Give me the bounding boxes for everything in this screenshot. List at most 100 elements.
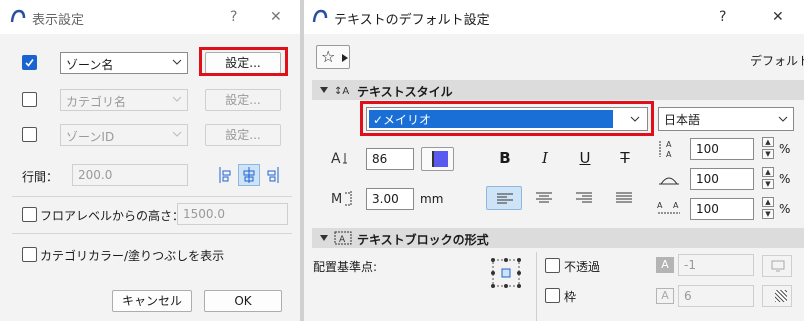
zone-id-checkbox[interactable] [22, 127, 37, 142]
monitor-icon [771, 260, 785, 272]
left-title-bar: 表示設定 ? ✕ [0, 0, 300, 34]
char-spacing-icon: AA [657, 201, 680, 214]
chevron-down-icon [172, 131, 182, 137]
ok-button[interactable]: OK [204, 290, 282, 312]
text-width-value: 3.00 [372, 192, 399, 206]
anchor-point-grid-icon[interactable] [489, 256, 523, 290]
frame-label: 枠 [564, 290, 577, 304]
right-close-button[interactable]: ✕ [772, 9, 784, 25]
line-spacing-percent-value: 100 [696, 142, 719, 156]
category-color-label: カテゴリカラー/塗りつぶしを表示 [40, 249, 225, 263]
frame-offset-field[interactable]: -1 [678, 254, 754, 276]
category-name-select-value: カテゴリ名 [66, 95, 127, 109]
opaque-checkbox[interactable] [545, 258, 560, 273]
floor-level-checkbox[interactable] [22, 207, 37, 222]
right-help-button[interactable]: ? [719, 9, 726, 25]
floor-level-value: 1500.0 [183, 207, 225, 221]
text-style-section-title: テキストスタイル [357, 85, 453, 99]
svg-text:A: A [339, 235, 346, 245]
frame-width-value: 6 [684, 289, 692, 303]
zone-id-settings-button[interactable]: 設定... [205, 124, 281, 146]
cancel-button[interactable]: キャンセル [112, 290, 192, 312]
char-width-icon [659, 177, 679, 185]
frame-offset-value: -1 [684, 258, 696, 272]
text-block-section-title: テキストブロックの形式 [357, 233, 489, 247]
frame-background-button[interactable] [762, 255, 792, 277]
align-center-icon [536, 192, 552, 203]
pen-color-button[interactable] [421, 147, 454, 171]
default-label: デフォルト [750, 54, 804, 68]
floor-level-field[interactable]: 1500.0 [177, 203, 288, 225]
char-spacing-spinner[interactable]: ▲ ▼ [762, 197, 774, 219]
settings-button-highlight [199, 47, 288, 76]
text-width-icon: M [331, 191, 352, 207]
archicad-logo-icon [10, 9, 26, 23]
align-justify-icon [616, 192, 632, 203]
char-spacing-percent-value: 100 [696, 202, 719, 216]
zone-id-select[interactable]: ゾーンID [60, 124, 188, 146]
right-window-title: テキストのデフォルト設定 [334, 13, 490, 28]
svg-text:A: A [657, 201, 663, 210]
collapse-triangle-icon [320, 87, 328, 93]
display-settings-window: 表示設定 ? ✕ ゾーン名 設定... カテゴリ名 設定... ゾーンID 設定… [0, 0, 300, 321]
char-spacing-percent-field[interactable]: 100 [690, 198, 754, 220]
align-left-button[interactable] [486, 186, 522, 210]
align-center-icon[interactable] [242, 166, 256, 184]
char-width-spinner[interactable]: ▲ ▼ [762, 167, 774, 189]
left-close-button[interactable]: ✕ [270, 9, 282, 25]
font-size-field[interactable]: 86 [366, 148, 414, 170]
align-center-button[interactable] [526, 186, 562, 210]
percent-label: % [779, 172, 791, 186]
line-spacing-label: 行間： [22, 170, 59, 184]
line-spacing-field[interactable]: 200.0 [72, 164, 188, 186]
font-select-highlight [360, 101, 654, 136]
align-right-button[interactable] [566, 186, 602, 210]
left-help-button[interactable]: ? [230, 9, 237, 25]
percent-label: % [779, 142, 791, 156]
archicad-logo-icon [312, 9, 328, 23]
italic-button[interactable]: I [535, 149, 555, 167]
zone-name-checkbox[interactable] [22, 55, 37, 70]
left-window-title: 表示設定 [32, 13, 85, 28]
strikethrough-button[interactable]: T [615, 149, 635, 167]
category-name-checkbox[interactable] [22, 92, 37, 107]
frame-width-icon: A [656, 288, 674, 304]
line-spacing-value: 200.0 [78, 168, 113, 182]
svg-text:↕A: ↕A [334, 86, 349, 97]
chevron-down-icon [172, 59, 182, 65]
text-block-section-header[interactable]: A テキストブロックの形式 [312, 228, 804, 248]
fill-pattern-button[interactable] [762, 285, 792, 307]
zone-id-select-value: ゾーンID [66, 130, 115, 144]
text-alignment-icons [218, 164, 282, 186]
bold-button[interactable]: B [495, 149, 515, 167]
text-block-icon: A [334, 231, 352, 245]
chevron-down-icon [172, 96, 182, 102]
char-width-percent-field[interactable]: 100 [690, 168, 754, 190]
text-width-field[interactable]: 3.00 [366, 188, 414, 210]
svg-text:A: A [673, 201, 679, 210]
frame-width-field[interactable]: 6 [678, 285, 754, 307]
line-spacing-percent-field[interactable]: 100 [690, 138, 754, 160]
char-width-percent-value: 100 [696, 172, 719, 186]
align-right-icon[interactable] [266, 166, 280, 184]
category-name-select[interactable]: カテゴリ名 [60, 89, 188, 111]
category-color-checkbox[interactable] [22, 247, 37, 262]
align-justify-button[interactable] [606, 186, 642, 210]
line-spacing-spinner[interactable]: ▲ ▼ [762, 137, 774, 159]
underline-button[interactable]: U [575, 149, 595, 167]
align-right-icon [576, 192, 592, 203]
triangle-right-icon [342, 54, 348, 62]
align-left-icon[interactable] [218, 166, 232, 184]
zone-name-select[interactable]: ゾーン名 [60, 52, 188, 74]
section-divider [536, 252, 537, 321]
font-size-icon: A [331, 151, 347, 167]
text-style-icon: ↕A [334, 86, 349, 97]
line-spacing-icon: AA [659, 140, 672, 159]
favorites-button[interactable]: ☆ [316, 45, 350, 69]
pen-color-swatch [432, 151, 448, 167]
category-name-settings-button[interactable]: 設定... [205, 89, 281, 111]
anchor-point-label: 配置基準点: [313, 260, 378, 274]
text-style-section-header[interactable]: ↕A テキストスタイル [312, 80, 804, 100]
language-select[interactable]: 日本語 [658, 107, 794, 131]
frame-checkbox[interactable] [545, 288, 560, 303]
